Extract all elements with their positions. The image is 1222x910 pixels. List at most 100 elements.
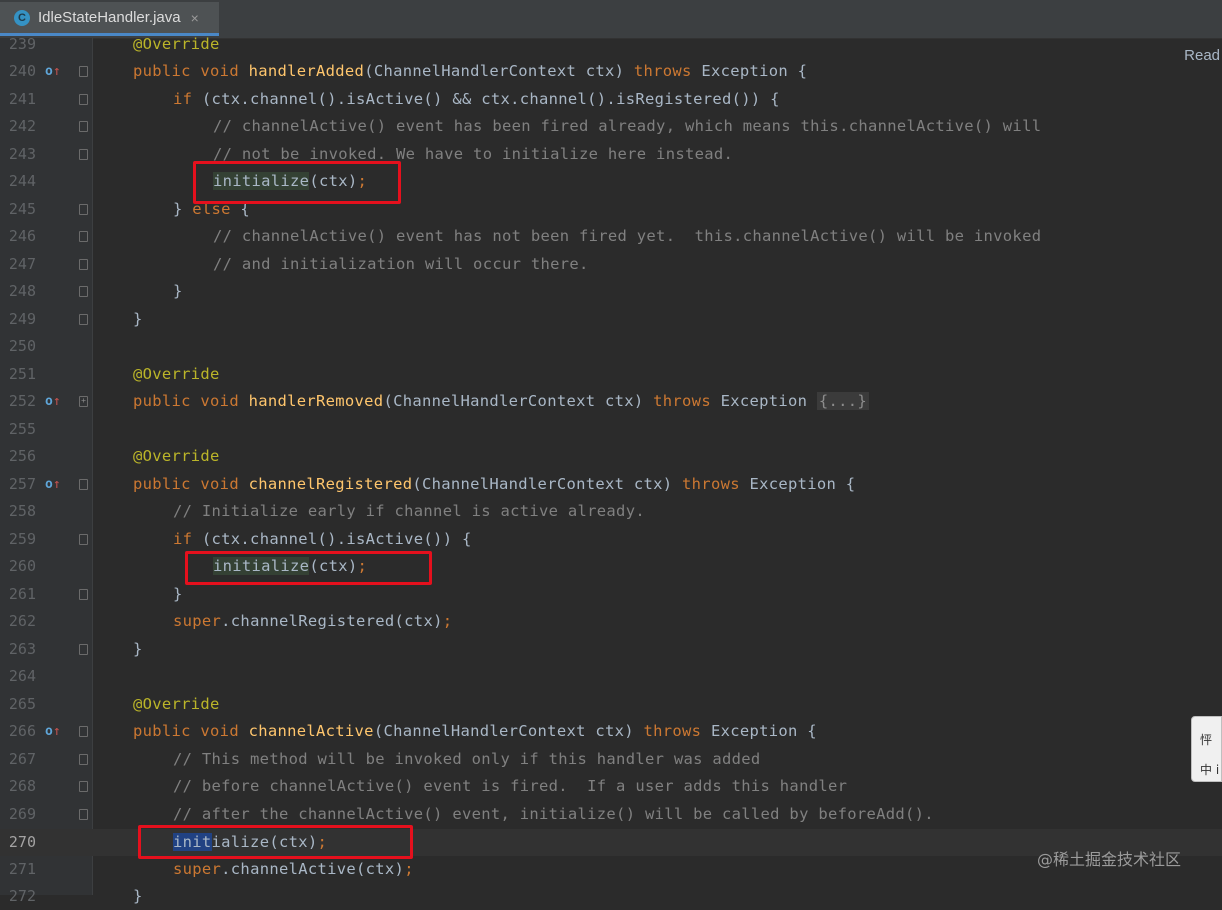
code-line: 262 super.channelRegistered(ctx); (0, 608, 1222, 635)
override-marker-icon[interactable]: o↑ (45, 724, 65, 740)
line-number: 268 (8, 777, 36, 795)
code-line: 249 } (0, 306, 1222, 333)
code-line: 264 (0, 663, 1222, 690)
code-line: 272 } (0, 883, 1222, 910)
line-number: 269 (8, 805, 36, 823)
fold-toggle-icon[interactable] (79, 121, 88, 132)
code-line: 245 } else { (0, 196, 1222, 223)
fold-toggle-icon[interactable] (79, 259, 88, 270)
code-line: 251 @Override (0, 361, 1222, 388)
code-line: 256 @Override (0, 443, 1222, 470)
fold-toggle-icon[interactable] (79, 809, 88, 820)
code-text[interactable]: super.channelRegistered(ctx); (173, 608, 452, 635)
code-text[interactable]: } (173, 581, 183, 608)
ime-widget[interactable]: 怦 中 ⅰ (1191, 716, 1222, 782)
fold-toggle-icon[interactable] (79, 286, 88, 297)
expand-fold-icon[interactable]: + (79, 396, 88, 407)
code-line: 242 // channelActive() event has been fi… (0, 113, 1222, 140)
code-line: 267 // This method will be invoked only … (0, 746, 1222, 773)
code-line: 246 // channelActive() event has not bee… (0, 223, 1222, 250)
code-line: 263 } (0, 636, 1222, 663)
line-number: 265 (8, 695, 36, 713)
override-marker-icon[interactable]: o↑ (45, 477, 65, 493)
line-number: 242 (8, 117, 36, 135)
line-number: 258 (8, 502, 36, 520)
code-line: 255 (0, 416, 1222, 443)
fold-toggle-icon[interactable] (79, 94, 88, 105)
fold-toggle-icon[interactable] (79, 66, 88, 77)
code-line: 244 initialize(ctx); (0, 168, 1222, 195)
code-text[interactable]: } (173, 278, 183, 305)
line-number: 261 (8, 585, 36, 603)
line-number: 267 (8, 750, 36, 768)
line-number: 244 (8, 172, 36, 190)
fold-toggle-icon[interactable] (79, 589, 88, 600)
override-marker-icon[interactable]: o↑ (45, 394, 65, 410)
close-icon[interactable]: × (191, 10, 199, 26)
line-number: 262 (8, 612, 36, 630)
comment[interactable]: // before channelActive() event is fired… (173, 773, 847, 800)
fold-toggle-icon[interactable] (79, 534, 88, 545)
line-number: 247 (8, 255, 36, 273)
line-number: 239 (8, 35, 36, 53)
method-signature[interactable]: public void channelRegistered(ChannelHan… (133, 471, 855, 498)
code-line: 258 // Initialize early if channel is ac… (0, 498, 1222, 525)
method-signature[interactable]: public void channelActive(ChannelHandler… (133, 718, 817, 745)
comment[interactable]: // channelActive() event has been fired … (213, 113, 1041, 140)
line-number: 240 (8, 62, 36, 80)
code-line: 240 o↑ public void handlerAdded(ChannelH… (0, 58, 1222, 85)
code-line: 250 (0, 333, 1222, 360)
code-text[interactable]: } (133, 883, 143, 910)
fold-toggle-icon[interactable] (79, 726, 88, 737)
fold-toggle-icon[interactable] (79, 754, 88, 765)
comment[interactable]: // channelActive() event has not been fi… (213, 223, 1041, 250)
method-signature[interactable]: public void handlerAdded(ChannelHandlerC… (133, 58, 807, 85)
code-line: 265 @Override (0, 691, 1222, 718)
code-text[interactable]: if (ctx.channel().isActive()) { (173, 526, 472, 553)
java-class-icon: C (14, 9, 30, 26)
method-signature[interactable]: public void handlerRemoved(ChannelHandle… (133, 388, 870, 415)
comment[interactable]: // and initialization will occur there. (213, 251, 589, 278)
fold-toggle-icon[interactable] (79, 231, 88, 242)
line-number: 248 (8, 282, 36, 300)
annotation: @Override (133, 695, 220, 713)
fold-toggle-icon[interactable] (79, 314, 88, 325)
ime-widget-bottom: 中 ⅰ (1200, 763, 1220, 777)
line-number: 272 (8, 887, 36, 905)
code-line: 239 @Override (0, 31, 1222, 58)
code-line: 268 // before channelActive() event is f… (0, 773, 1222, 800)
watermark: @稀土掘金技术社区 (1037, 850, 1182, 869)
line-number: 252 (8, 392, 36, 410)
fold-toggle-icon[interactable] (79, 644, 88, 655)
comment[interactable]: // This method will be invoked only if t… (173, 746, 761, 773)
code-text[interactable]: super.channelActive(ctx); (173, 856, 414, 883)
line-number: 264 (8, 667, 36, 685)
annotation: @Override (133, 35, 220, 53)
code-line: 260 initialize(ctx); (0, 553, 1222, 580)
code-text[interactable]: if (ctx.channel().isActive() && ctx.chan… (173, 86, 780, 113)
line-number: 246 (8, 227, 36, 245)
annotation: @Override (133, 447, 220, 465)
code-text[interactable]: } (133, 306, 143, 333)
code-line: 252 o↑ + public void handlerRemoved(Chan… (0, 388, 1222, 415)
comment[interactable]: // Initialize early if channel is active… (173, 498, 645, 525)
highlight-box (193, 161, 401, 204)
line-number: 251 (8, 365, 36, 383)
comment[interactable]: // after the channelActive() event, init… (173, 801, 934, 828)
ime-widget-top: 怦 (1200, 733, 1213, 747)
code-line: 266 o↑ public void channelActive(Channel… (0, 718, 1222, 745)
code-line: 241 if (ctx.channel().isActive() && ctx.… (0, 86, 1222, 113)
line-number: 243 (8, 145, 36, 163)
fold-toggle-icon[interactable] (79, 479, 88, 490)
code-text[interactable]: } (133, 636, 143, 663)
highlight-box (138, 825, 413, 859)
fold-toggle-icon[interactable] (79, 204, 88, 215)
highlight-box (185, 551, 432, 585)
line-number: 241 (8, 90, 36, 108)
code-line: 243 // not be invoked. We have to initia… (0, 141, 1222, 168)
folded-body[interactable]: {...} (816, 392, 870, 410)
line-number: 270 (8, 833, 36, 851)
override-marker-icon[interactable]: o↑ (45, 64, 65, 80)
fold-toggle-icon[interactable] (79, 781, 88, 792)
fold-toggle-icon[interactable] (79, 149, 88, 160)
